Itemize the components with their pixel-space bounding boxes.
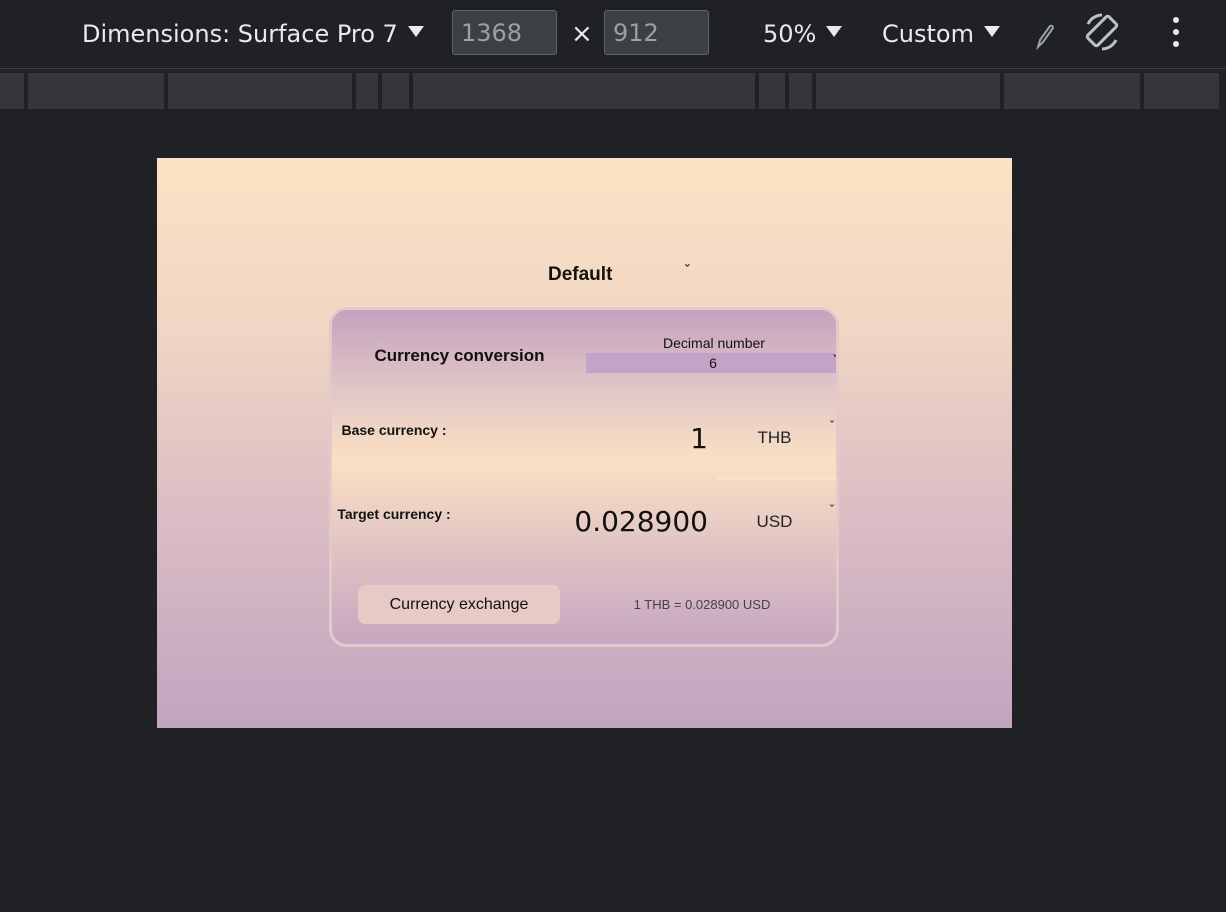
zoom-label: 50% bbox=[763, 20, 817, 48]
media-query-bar bbox=[0, 73, 1226, 109]
decimal-select-value: 6 bbox=[709, 355, 717, 371]
chevron-down-icon: ˇ bbox=[685, 262, 690, 277]
width-input[interactable]: 1368 bbox=[452, 10, 557, 55]
device-viewport: Default ˇ Currency conversion Decimal nu… bbox=[157, 158, 1012, 728]
zoom-dropdown[interactable]: 50% bbox=[763, 0, 843, 68]
decimal-label: Decimal number bbox=[663, 335, 765, 351]
dropdown-triangle-icon bbox=[407, 25, 424, 37]
dropdown-triangle-icon bbox=[826, 25, 843, 37]
preset-select[interactable]: Default ˇ bbox=[548, 262, 698, 288]
chevron-down-icon: ˇ bbox=[833, 354, 837, 366]
target-currency-label: Target currency : bbox=[337, 506, 451, 522]
target-currency-select[interactable]: USD ˇ bbox=[717, 484, 836, 560]
media-query-segment[interactable] bbox=[356, 73, 378, 109]
media-query-segment[interactable] bbox=[1144, 73, 1219, 109]
media-query-segment[interactable] bbox=[816, 73, 1000, 109]
touch-pen-icon[interactable] bbox=[1034, 22, 1056, 50]
height-input[interactable]: 912 bbox=[604, 10, 709, 55]
chevron-down-icon: ˇ bbox=[830, 420, 834, 432]
rotate-icon[interactable] bbox=[1082, 12, 1122, 54]
throttle-dropdown[interactable]: Custom bbox=[882, 0, 1000, 68]
media-query-segment[interactable] bbox=[1004, 73, 1140, 109]
dimensions-dropdown[interactable]: Dimensions: Surface Pro 7 bbox=[82, 0, 424, 68]
device-toolbar: Dimensions: Surface Pro 7 1368 × 912 50%… bbox=[0, 0, 1226, 69]
media-query-segment[interactable] bbox=[168, 73, 352, 109]
times-symbol: × bbox=[571, 19, 593, 49]
exchange-rate-text: 1 THB = 0.028900 USD bbox=[633, 597, 771, 612]
target-currency-code: USD bbox=[756, 512, 793, 531]
currency-exchange-button[interactable]: Currency exchange bbox=[358, 585, 560, 624]
more-options-icon[interactable] bbox=[1170, 17, 1182, 51]
base-amount-input[interactable]: 1 bbox=[458, 422, 708, 455]
card-title: Currency conversion bbox=[374, 346, 545, 365]
media-query-segment[interactable] bbox=[0, 73, 24, 109]
media-query-segment[interactable] bbox=[382, 73, 409, 109]
dropdown-triangle-icon bbox=[983, 25, 1000, 37]
throttle-label: Custom bbox=[882, 20, 974, 48]
target-amount-output: 0.028900 bbox=[574, 505, 708, 538]
media-query-segment[interactable] bbox=[413, 73, 755, 109]
decimal-select[interactable]: 6 ˇ bbox=[586, 353, 837, 373]
media-query-segment[interactable] bbox=[28, 73, 164, 109]
divider bbox=[717, 476, 836, 480]
media-query-segment[interactable] bbox=[759, 73, 785, 109]
base-currency-select[interactable]: THB ˇ bbox=[717, 400, 836, 476]
currency-card: Currency conversion Decimal number 6 ˇ B… bbox=[329, 307, 839, 647]
chevron-down-icon: ˇ bbox=[830, 504, 834, 516]
dimensions-label: Dimensions: Surface Pro 7 bbox=[82, 20, 398, 48]
media-query-segment[interactable] bbox=[789, 73, 812, 109]
base-currency-label: Base currency : bbox=[341, 422, 447, 438]
base-currency-code: THB bbox=[757, 428, 792, 447]
preset-select-value: Default bbox=[548, 264, 613, 285]
